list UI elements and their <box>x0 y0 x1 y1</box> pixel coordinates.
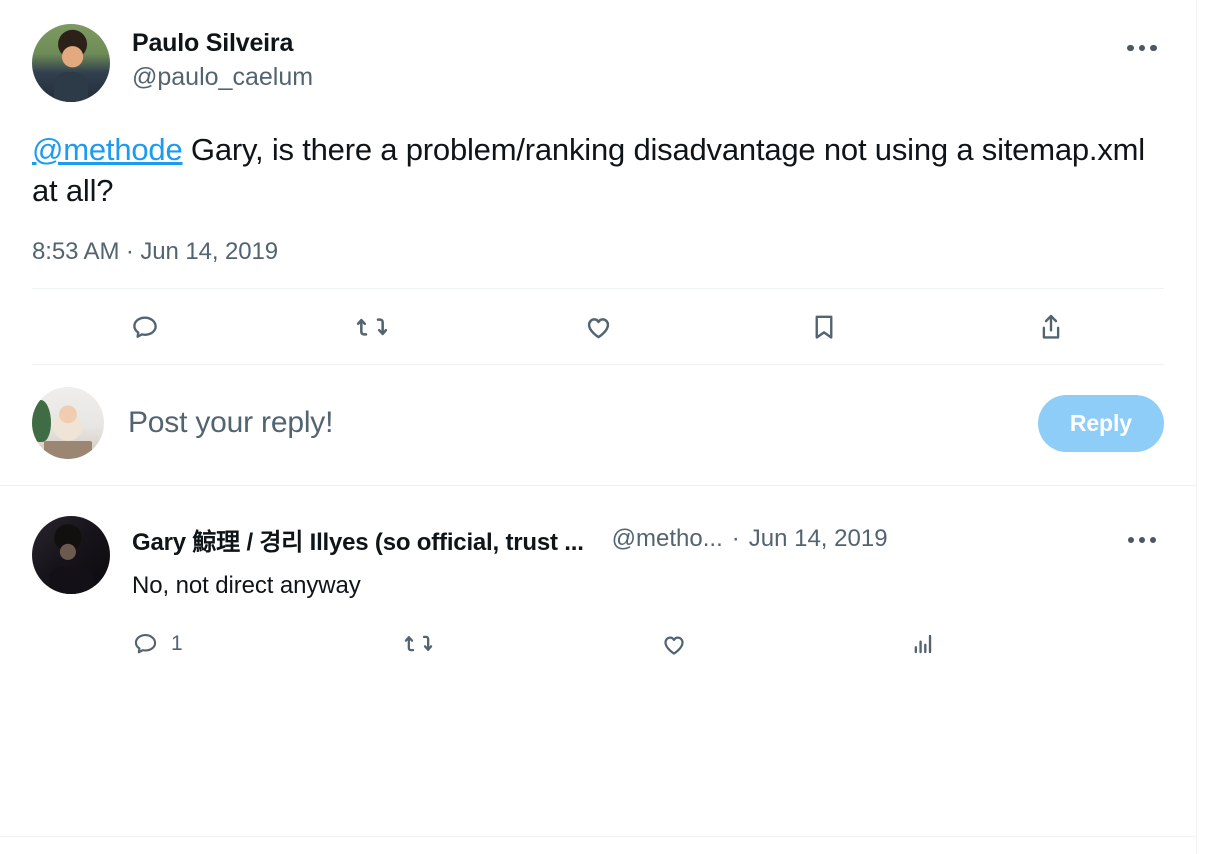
tweet-header: Paulo Silveira @paulo_caelum <box>32 0 1164 102</box>
analytics-icon <box>914 635 932 654</box>
author-handle[interactable]: @paulo_caelum <box>132 61 1120 94</box>
reply-icon <box>134 634 157 654</box>
main-tweet-action-bar <box>0 289 1196 364</box>
like-icon <box>664 636 684 655</box>
bookmark-icon <box>815 315 833 339</box>
paulo-silveira-avatar[interactable] <box>32 24 110 102</box>
bookmark-button[interactable] <box>711 312 937 342</box>
reply-repost-button[interactable] <box>404 629 660 658</box>
reply-content: Gary 鯨理 / 경리 Illyes (so official, trust … <box>132 516 1164 678</box>
main-tweet: Paulo Silveira @paulo_caelum @methode Ga… <box>0 0 1196 288</box>
tweet-author-names: Paulo Silveira @paulo_caelum <box>132 24 1120 93</box>
reply-button[interactable] <box>32 312 258 342</box>
reply-more-menu-button[interactable] <box>1120 518 1164 562</box>
reply-author-handle[interactable]: @metho... <box>612 525 723 553</box>
tweet-text: @methode Gary, is there a problem/rankin… <box>32 130 1164 211</box>
current-user-avatar[interactable] <box>32 387 104 460</box>
reply-count: 1 <box>171 631 183 655</box>
reply-composer-input[interactable]: Post your reply! <box>128 406 1038 440</box>
mention-link[interactable]: @methode <box>32 132 183 167</box>
reply-like-button[interactable] <box>660 630 910 658</box>
like-button[interactable] <box>485 311 711 342</box>
tweet-timestamp[interactable]: 8:53 AM · Jun 14, 2019 <box>32 238 1164 288</box>
timeline-column: Paulo Silveira @paulo_caelum @methode Ga… <box>0 0 1197 854</box>
retweet-icon <box>404 635 433 652</box>
ellipsis-icon <box>1128 537 1156 544</box>
author-display-name[interactable]: Paulo Silveira <box>132 28 1120 59</box>
reply-date[interactable]: Jun 14, 2019 <box>749 525 888 553</box>
reply-reply-button[interactable]: 1 <box>132 630 404 657</box>
repost-button[interactable] <box>258 311 484 343</box>
reply-text: No, not direct anyway <box>132 572 361 600</box>
reply-submit-button[interactable]: Reply <box>1037 394 1164 452</box>
reply-meta-separator: · <box>731 525 740 553</box>
tweet-more-menu-button[interactable] <box>1120 26 1164 70</box>
share-icon <box>1042 314 1060 339</box>
ellipsis-icon <box>1127 44 1157 52</box>
gary-illyes-avatar[interactable] <box>32 516 110 595</box>
reply-composer[interactable]: Post your reply! Reply <box>0 365 1196 485</box>
share-button[interactable] <box>938 312 1164 342</box>
reply-author-display-name[interactable]: Gary 鯨理 / 경리 Illyes (so official, trust … <box>132 522 584 557</box>
reply-tweet: Gary 鯨理 / 경리 Illyes (so official, trust … <box>0 486 1196 678</box>
retweet-icon <box>356 318 387 336</box>
reply-action-bar: 1 <box>132 609 1164 679</box>
reply-icon <box>133 316 158 338</box>
tweet-text-body: Gary, is there a problem/ranking disadva… <box>32 132 1145 208</box>
like-icon <box>587 318 609 339</box>
reply-header: Gary 鯨理 / 경리 Illyes (so official, trust … <box>132 516 1164 562</box>
reply-analytics-button[interactable] <box>910 630 1122 657</box>
divider-bottom <box>0 836 1196 837</box>
